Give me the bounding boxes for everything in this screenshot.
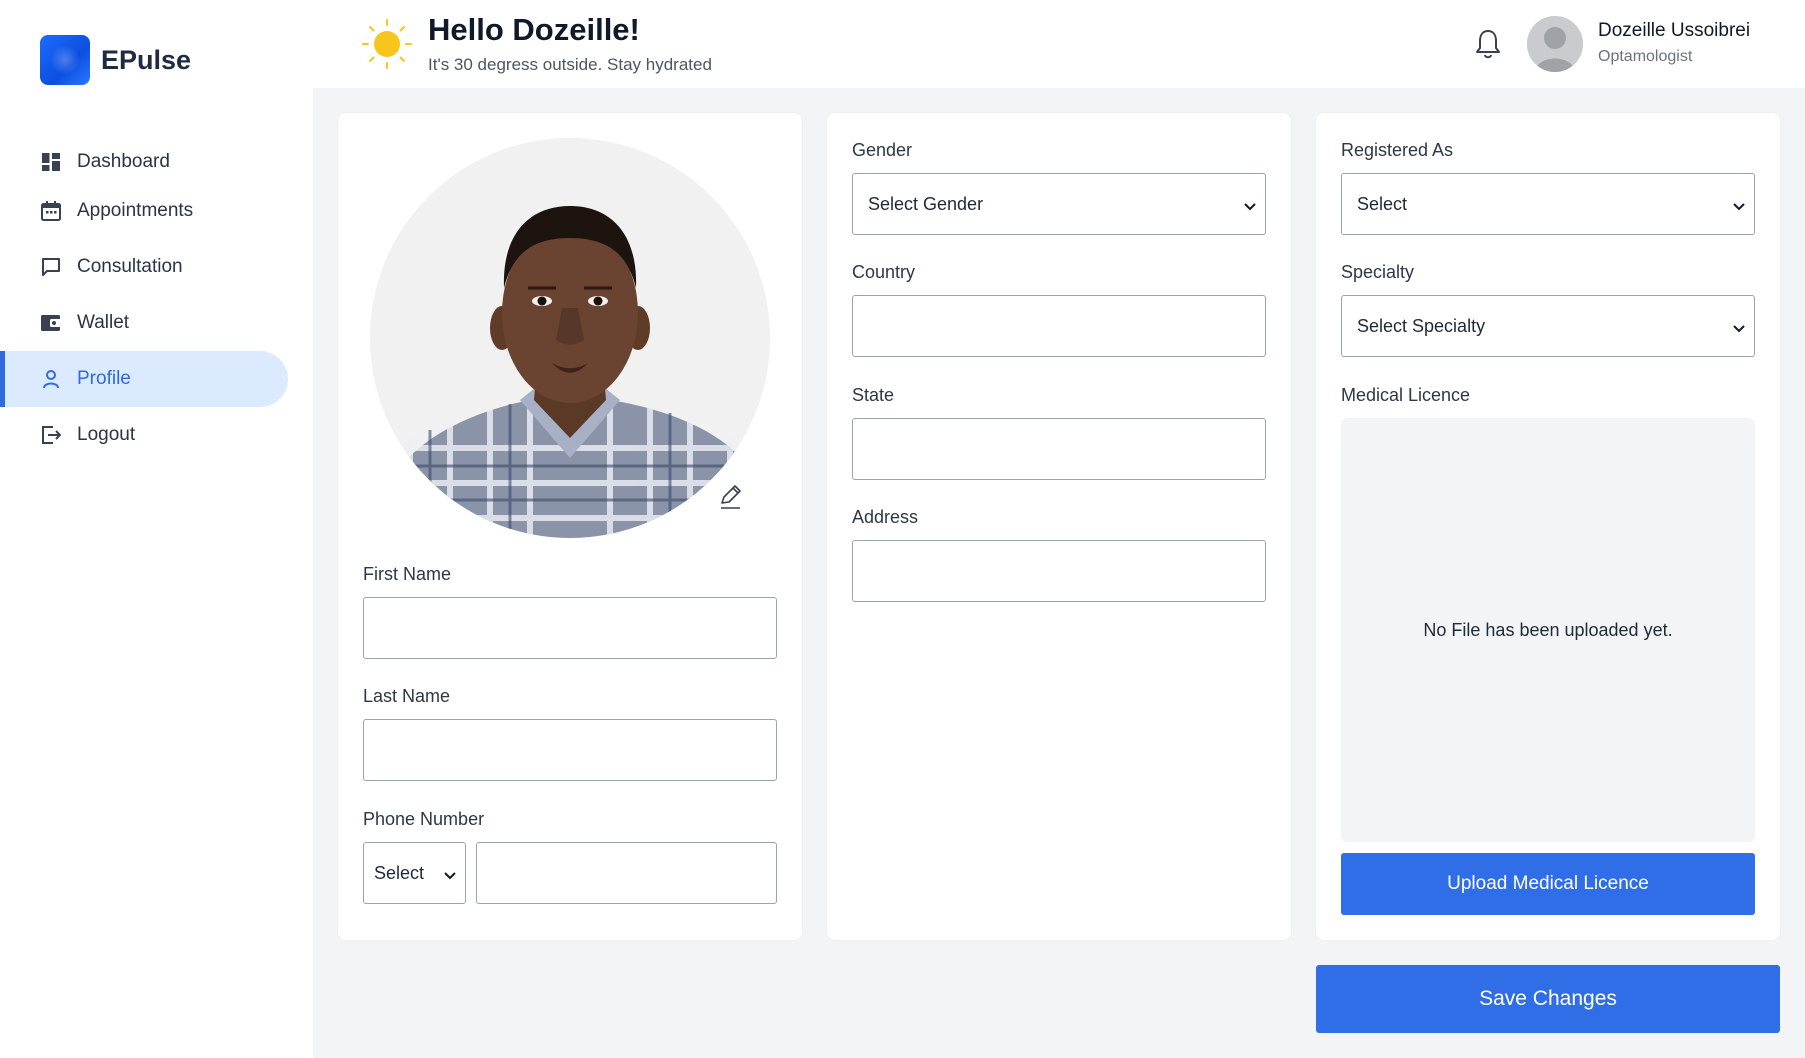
address-label: Address [852,507,919,527]
sidebar-item-dashboard[interactable]: Dashboard [0,134,313,190]
sidebar-item-label: Logout [77,424,136,445]
specialty-select[interactable]: Select Specialty [1341,295,1755,357]
profile-card: First Name Last Name Phone Number Select [338,113,802,940]
country-code-value: Select [374,862,425,883]
registered-as-select[interactable]: Select [1341,173,1755,235]
upload-licence-button[interactable]: Upload Medical Licence [1341,853,1755,915]
user-icon [40,368,62,390]
last-name-label: Last Name [363,686,451,706]
gender-select-value: Select Gender [868,193,984,214]
chevron-down-icon [1732,197,1746,211]
specialty-label: Specialty [1341,262,1415,282]
chevron-down-icon [1732,319,1746,333]
sidebar-nav: Dashboard Appointments Consultation Wall… [0,134,313,463]
chevron-down-icon [443,866,457,880]
sidebar-item-label: Consultation [77,256,183,277]
calendar-icon [40,200,62,222]
country-input[interactable] [852,295,1266,357]
top-header: Hello Dozeille! It's 30 degress outside.… [313,0,1805,88]
address-input[interactable] [852,540,1266,602]
country-label: Country [852,262,916,282]
logout-icon [40,424,62,446]
medical-licence-label: Medical Licence [1341,385,1471,405]
sidebar-item-wallet[interactable]: Wallet [0,295,313,351]
sidebar-item-logout[interactable]: Logout [0,407,313,463]
registered-as-value: Select [1357,193,1408,214]
country-code-select[interactable]: Select [363,842,466,904]
first-name-label: First Name [363,564,452,584]
chevron-down-icon [1243,197,1257,211]
phone-number-input[interactable] [476,842,777,904]
brand[interactable]: EPulse [40,35,191,85]
gender-label: Gender [852,140,913,160]
sidebar-item-profile[interactable]: Profile [0,351,288,407]
licence-preview: No File has been uploaded yet. [1341,418,1755,842]
location-card: Gender Select Gender Country State Addre… [827,113,1291,940]
save-changes-button[interactable]: Save Changes [1316,965,1780,1033]
phone-number-label: Phone Number [363,809,485,829]
sidebar-item-consultation[interactable]: Consultation [0,239,313,295]
greeting-title: Hello Dozeille! [428,12,640,47]
user-name: Dozeille Ussoibrei [1598,20,1751,41]
state-label: State [852,385,895,405]
gender-select[interactable]: Select Gender [852,173,1266,235]
user-role: Optamologist [1598,48,1693,65]
greeting-subtitle: It's 30 degress outside. Stay hydrated [428,55,712,74]
edit-photo-button[interactable] [716,483,744,511]
sidebar: EPulse Dashboard Appointments Consultati… [0,0,313,1058]
registered-as-label: Registered As [1341,140,1454,160]
wallet-icon [40,312,62,334]
sidebar-item-appointments[interactable]: Appointments [0,183,313,239]
brand-logo [40,35,90,85]
first-name-input[interactable] [363,597,777,659]
pencil-icon [716,485,744,515]
state-input[interactable] [852,418,1266,480]
specialty-select-value: Select Specialty [1357,315,1486,336]
dashboard-icon [40,151,62,173]
avatar[interactable] [1527,16,1583,72]
licence-empty-text: No File has been uploaded yet. [1423,619,1673,640]
sun-icon [361,18,413,70]
last-name-input[interactable] [363,719,777,781]
profile-photo [370,138,770,538]
sidebar-item-label: Dashboard [77,151,170,172]
sidebar-item-label: Wallet [77,312,130,333]
sidebar-item-label: Profile [77,368,131,389]
chat-icon [40,256,62,278]
professional-card: Registered As Select Specialty Select Sp… [1316,113,1780,940]
brand-name: EPulse [101,44,192,75]
sidebar-item-label: Appointments [77,200,194,221]
notification-bell-icon[interactable] [1473,28,1503,60]
